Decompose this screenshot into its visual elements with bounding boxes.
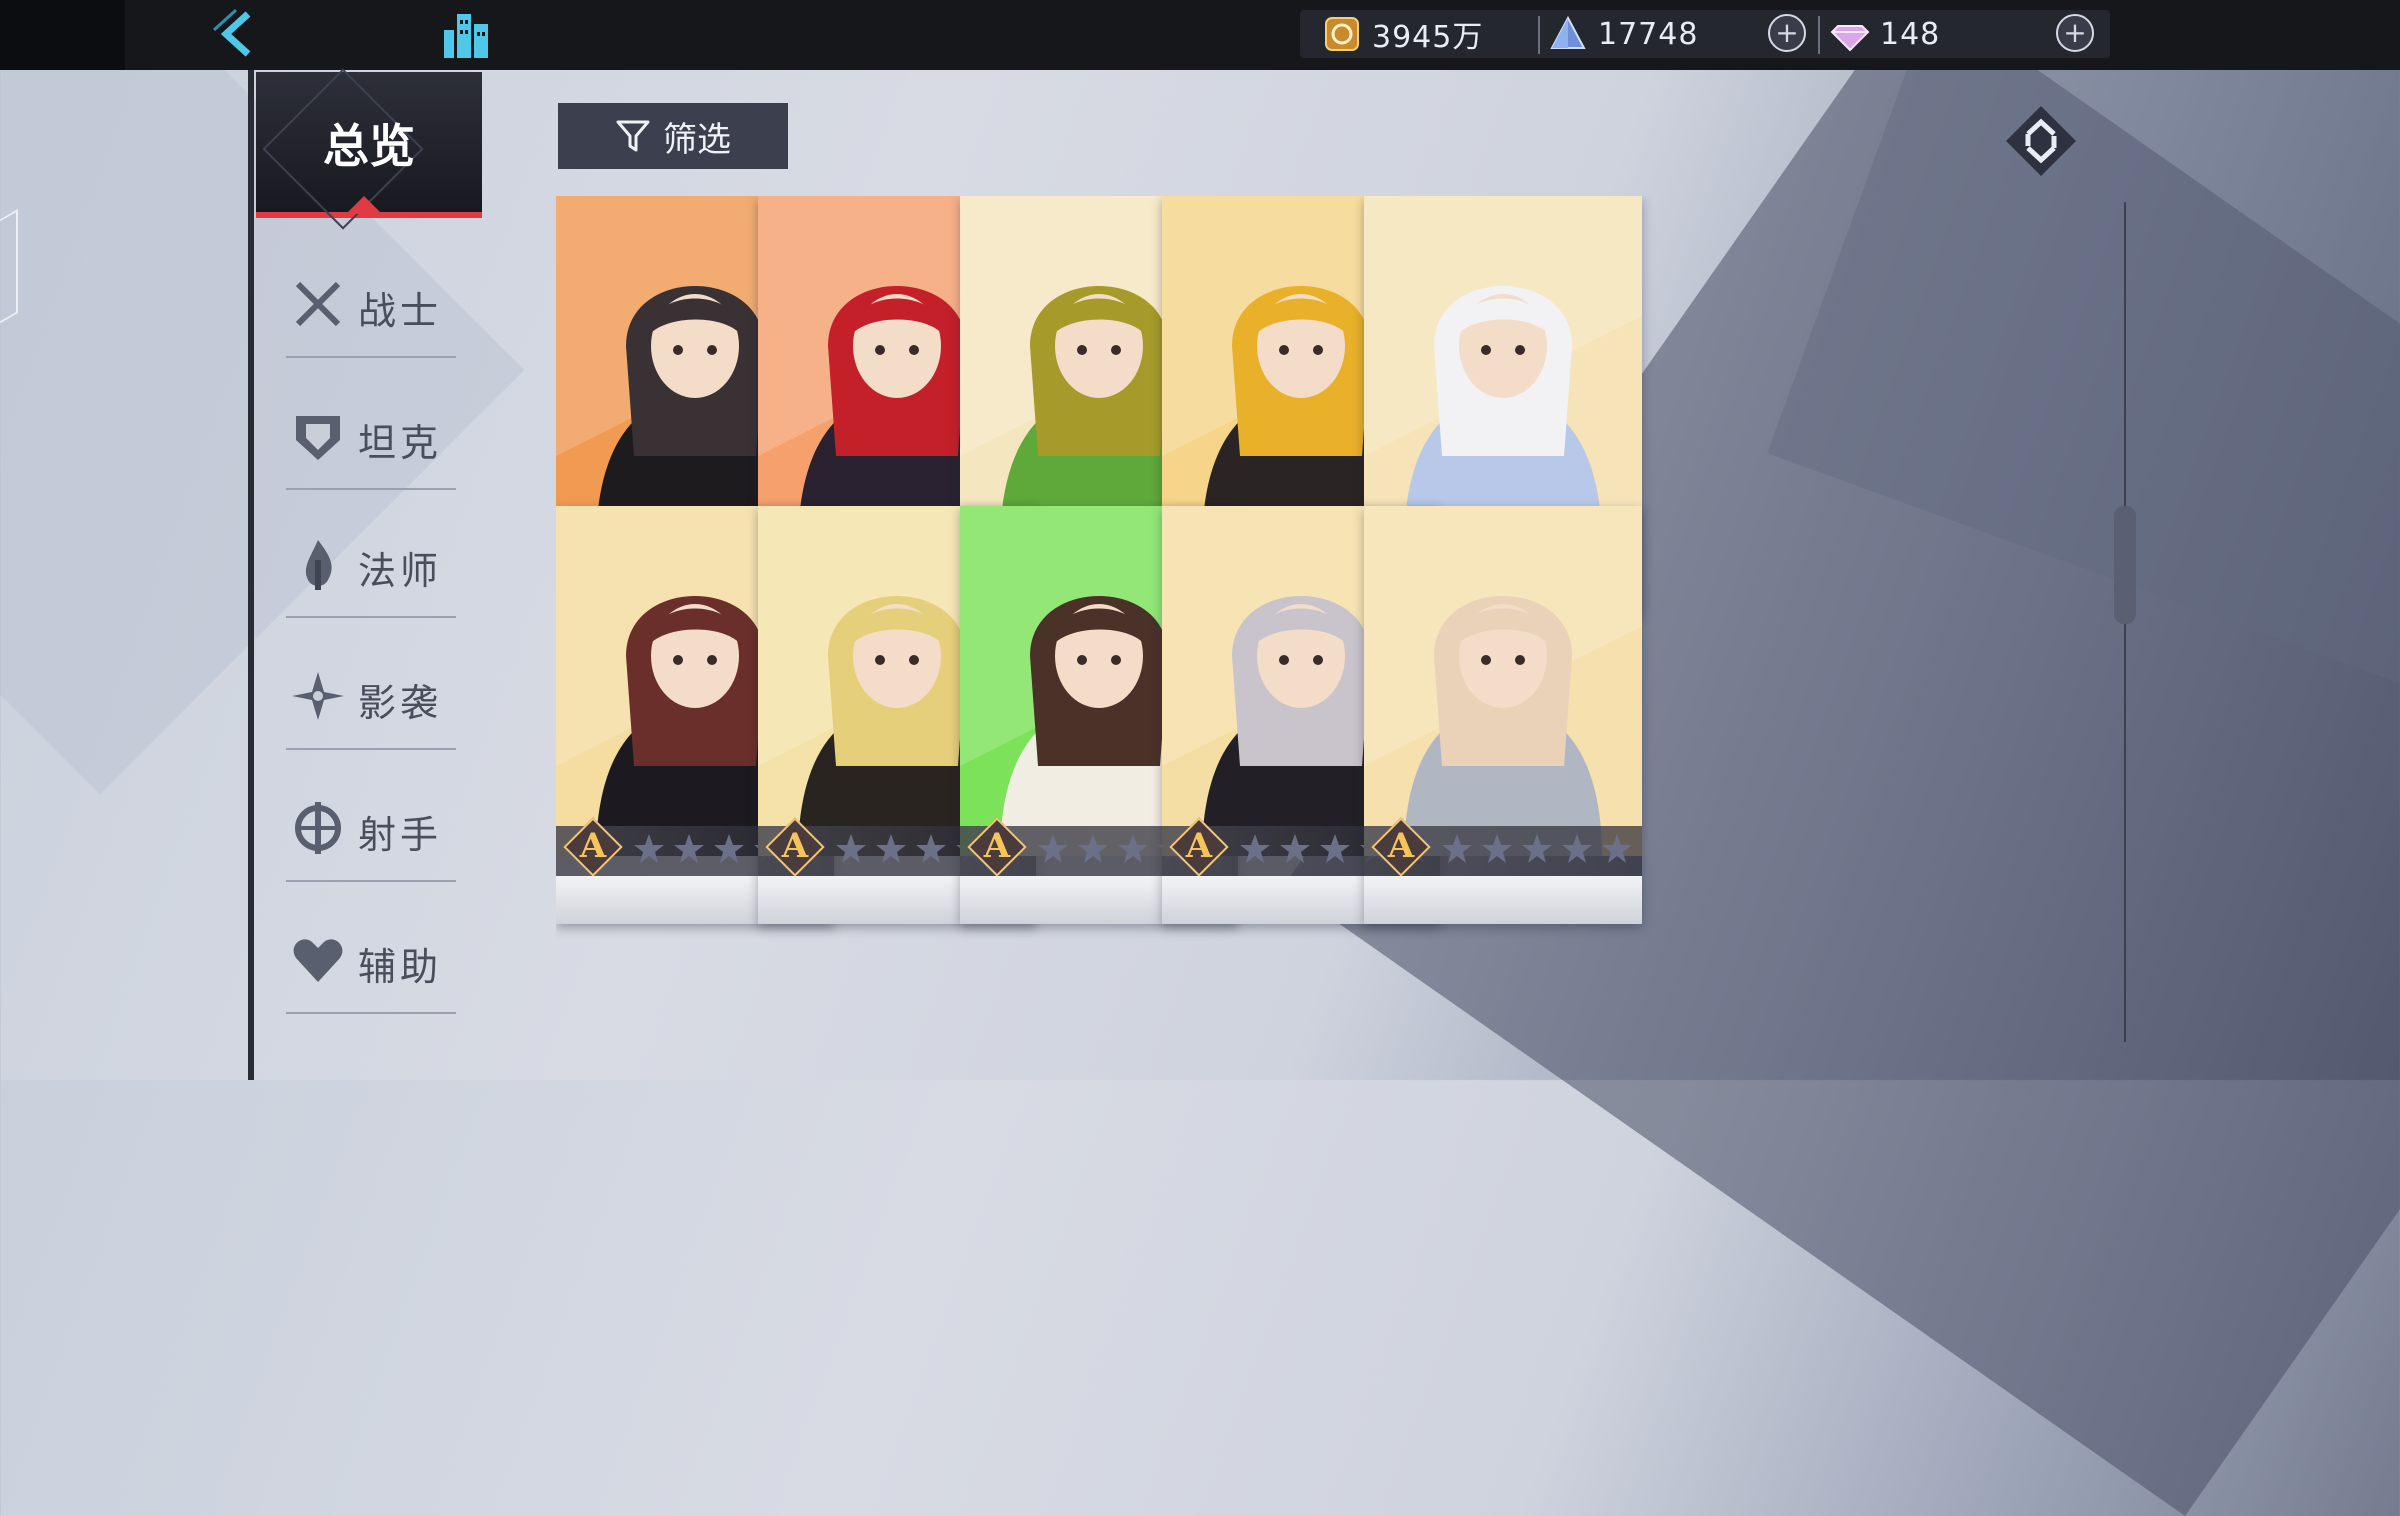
back-arrow-icon <box>212 8 251 57</box>
refresh-icon <box>2006 106 2076 176</box>
funnel-icon <box>616 120 650 152</box>
top-bar: 3945万 17748 + 148 + <box>0 0 2400 70</box>
filter-button[interactable]: 筛选 <box>558 103 788 169</box>
rank-badge: A <box>967 817 1028 878</box>
refresh-button[interactable] <box>2004 104 2078 178</box>
star-empty-icon <box>916 834 946 863</box>
add-diamond-button[interactable]: + <box>2056 14 2094 52</box>
sidebar-item-marksman[interactable]: 射手 <box>286 760 456 882</box>
star-empty-icon <box>1482 834 1512 863</box>
crystal-resource: 17748 <box>1548 10 1698 58</box>
star-empty-icon <box>1078 834 1108 863</box>
hero-portrait-image <box>1364 506 1642 856</box>
rank-letter: A <box>579 826 607 866</box>
filter-label: 筛选 <box>663 119 731 160</box>
star-empty-icon <box>674 834 704 863</box>
separator <box>1818 16 1820 54</box>
crossed-swords-icon <box>295 281 341 327</box>
gold-coin-icon <box>1325 17 1359 51</box>
heart-icon <box>293 939 343 982</box>
star-empty-icon <box>836 834 866 863</box>
sidebar-item-warrior[interactable]: 战士 <box>286 236 456 358</box>
star-rating <box>1440 832 1634 866</box>
rank-letter: A <box>781 826 809 866</box>
star-empty-icon <box>1522 834 1552 863</box>
shuriken-icon <box>292 672 344 720</box>
scrollbar-thumb[interactable] <box>2114 506 2136 624</box>
rank-badge: A <box>563 817 624 878</box>
star-empty-icon <box>634 834 664 863</box>
rank-badge: A <box>765 817 826 878</box>
diamond-resource: 148 <box>1830 10 1940 58</box>
flame-staff-icon <box>305 540 332 590</box>
sidebar-item-mage[interactable]: 法师 <box>286 496 456 618</box>
hero-name <box>1364 876 1642 924</box>
active-tab-pointer <box>346 196 382 214</box>
rank-letter: A <box>983 826 1011 866</box>
sidebar-item-assassin[interactable]: 影袭 <box>286 628 456 750</box>
sidebar-item-label: 坦克 <box>358 421 443 465</box>
gold-amount: 3945万 <box>1372 20 1484 55</box>
star-empty-icon <box>1280 834 1310 863</box>
tab-overview-label: 总览 <box>323 119 415 173</box>
star-empty-icon <box>1442 834 1472 863</box>
rank-badge: A <box>1371 817 1432 878</box>
star-empty-icon <box>1602 834 1632 863</box>
sidebar-item-tank[interactable]: 坦克 <box>286 368 456 490</box>
crystal-pyramid-icon <box>1550 15 1586 49</box>
sidebar-item-support[interactable]: 辅助 <box>286 892 456 1014</box>
rank-badge: A <box>1169 817 1230 878</box>
star-empty-icon <box>1320 834 1350 863</box>
add-crystal-button[interactable]: + <box>1768 14 1806 52</box>
crystal-amount: 17748 <box>1598 16 1699 52</box>
star-empty-icon <box>1240 834 1270 863</box>
sidebar-item-label: 影袭 <box>358 681 443 725</box>
crosshair-icon <box>295 802 341 854</box>
star-empty-icon <box>714 834 744 863</box>
hero-portrait <box>1364 506 1642 856</box>
hero-portrait-image <box>1364 196 1642 546</box>
hero-portrait <box>1364 196 1642 546</box>
gold-resource: 3945万 <box>1322 10 1483 58</box>
hero-card[interactable]: A <box>1364 506 1642 924</box>
diamond-icon <box>1830 25 1870 52</box>
sidebar-item-label: 战士 <box>358 289 443 333</box>
sidebar-divider <box>248 70 254 1080</box>
star-empty-icon <box>876 834 906 863</box>
shield-icon <box>296 416 340 460</box>
hero-grid: S伊萨克S阿岚S穆娅A丽A薇拉AAAAA <box>556 196 2086 1038</box>
separator <box>1538 16 1540 54</box>
sidebar-item-label: 辅助 <box>358 945 443 989</box>
back-button[interactable] <box>210 6 266 62</box>
top-bar-left-block <box>0 0 125 70</box>
city-icon <box>444 14 488 58</box>
rank-letter: A <box>1185 826 1213 866</box>
diamond-amount: 148 <box>1880 16 1941 52</box>
star-empty-icon <box>1118 834 1148 863</box>
star-empty-icon <box>1562 834 1592 863</box>
city-button[interactable] <box>440 6 496 62</box>
rank-letter: A <box>1387 826 1415 866</box>
sidebar-item-label: 法师 <box>358 549 443 593</box>
sidebar-item-label: 射手 <box>358 813 443 857</box>
star-empty-icon <box>1038 834 1068 863</box>
